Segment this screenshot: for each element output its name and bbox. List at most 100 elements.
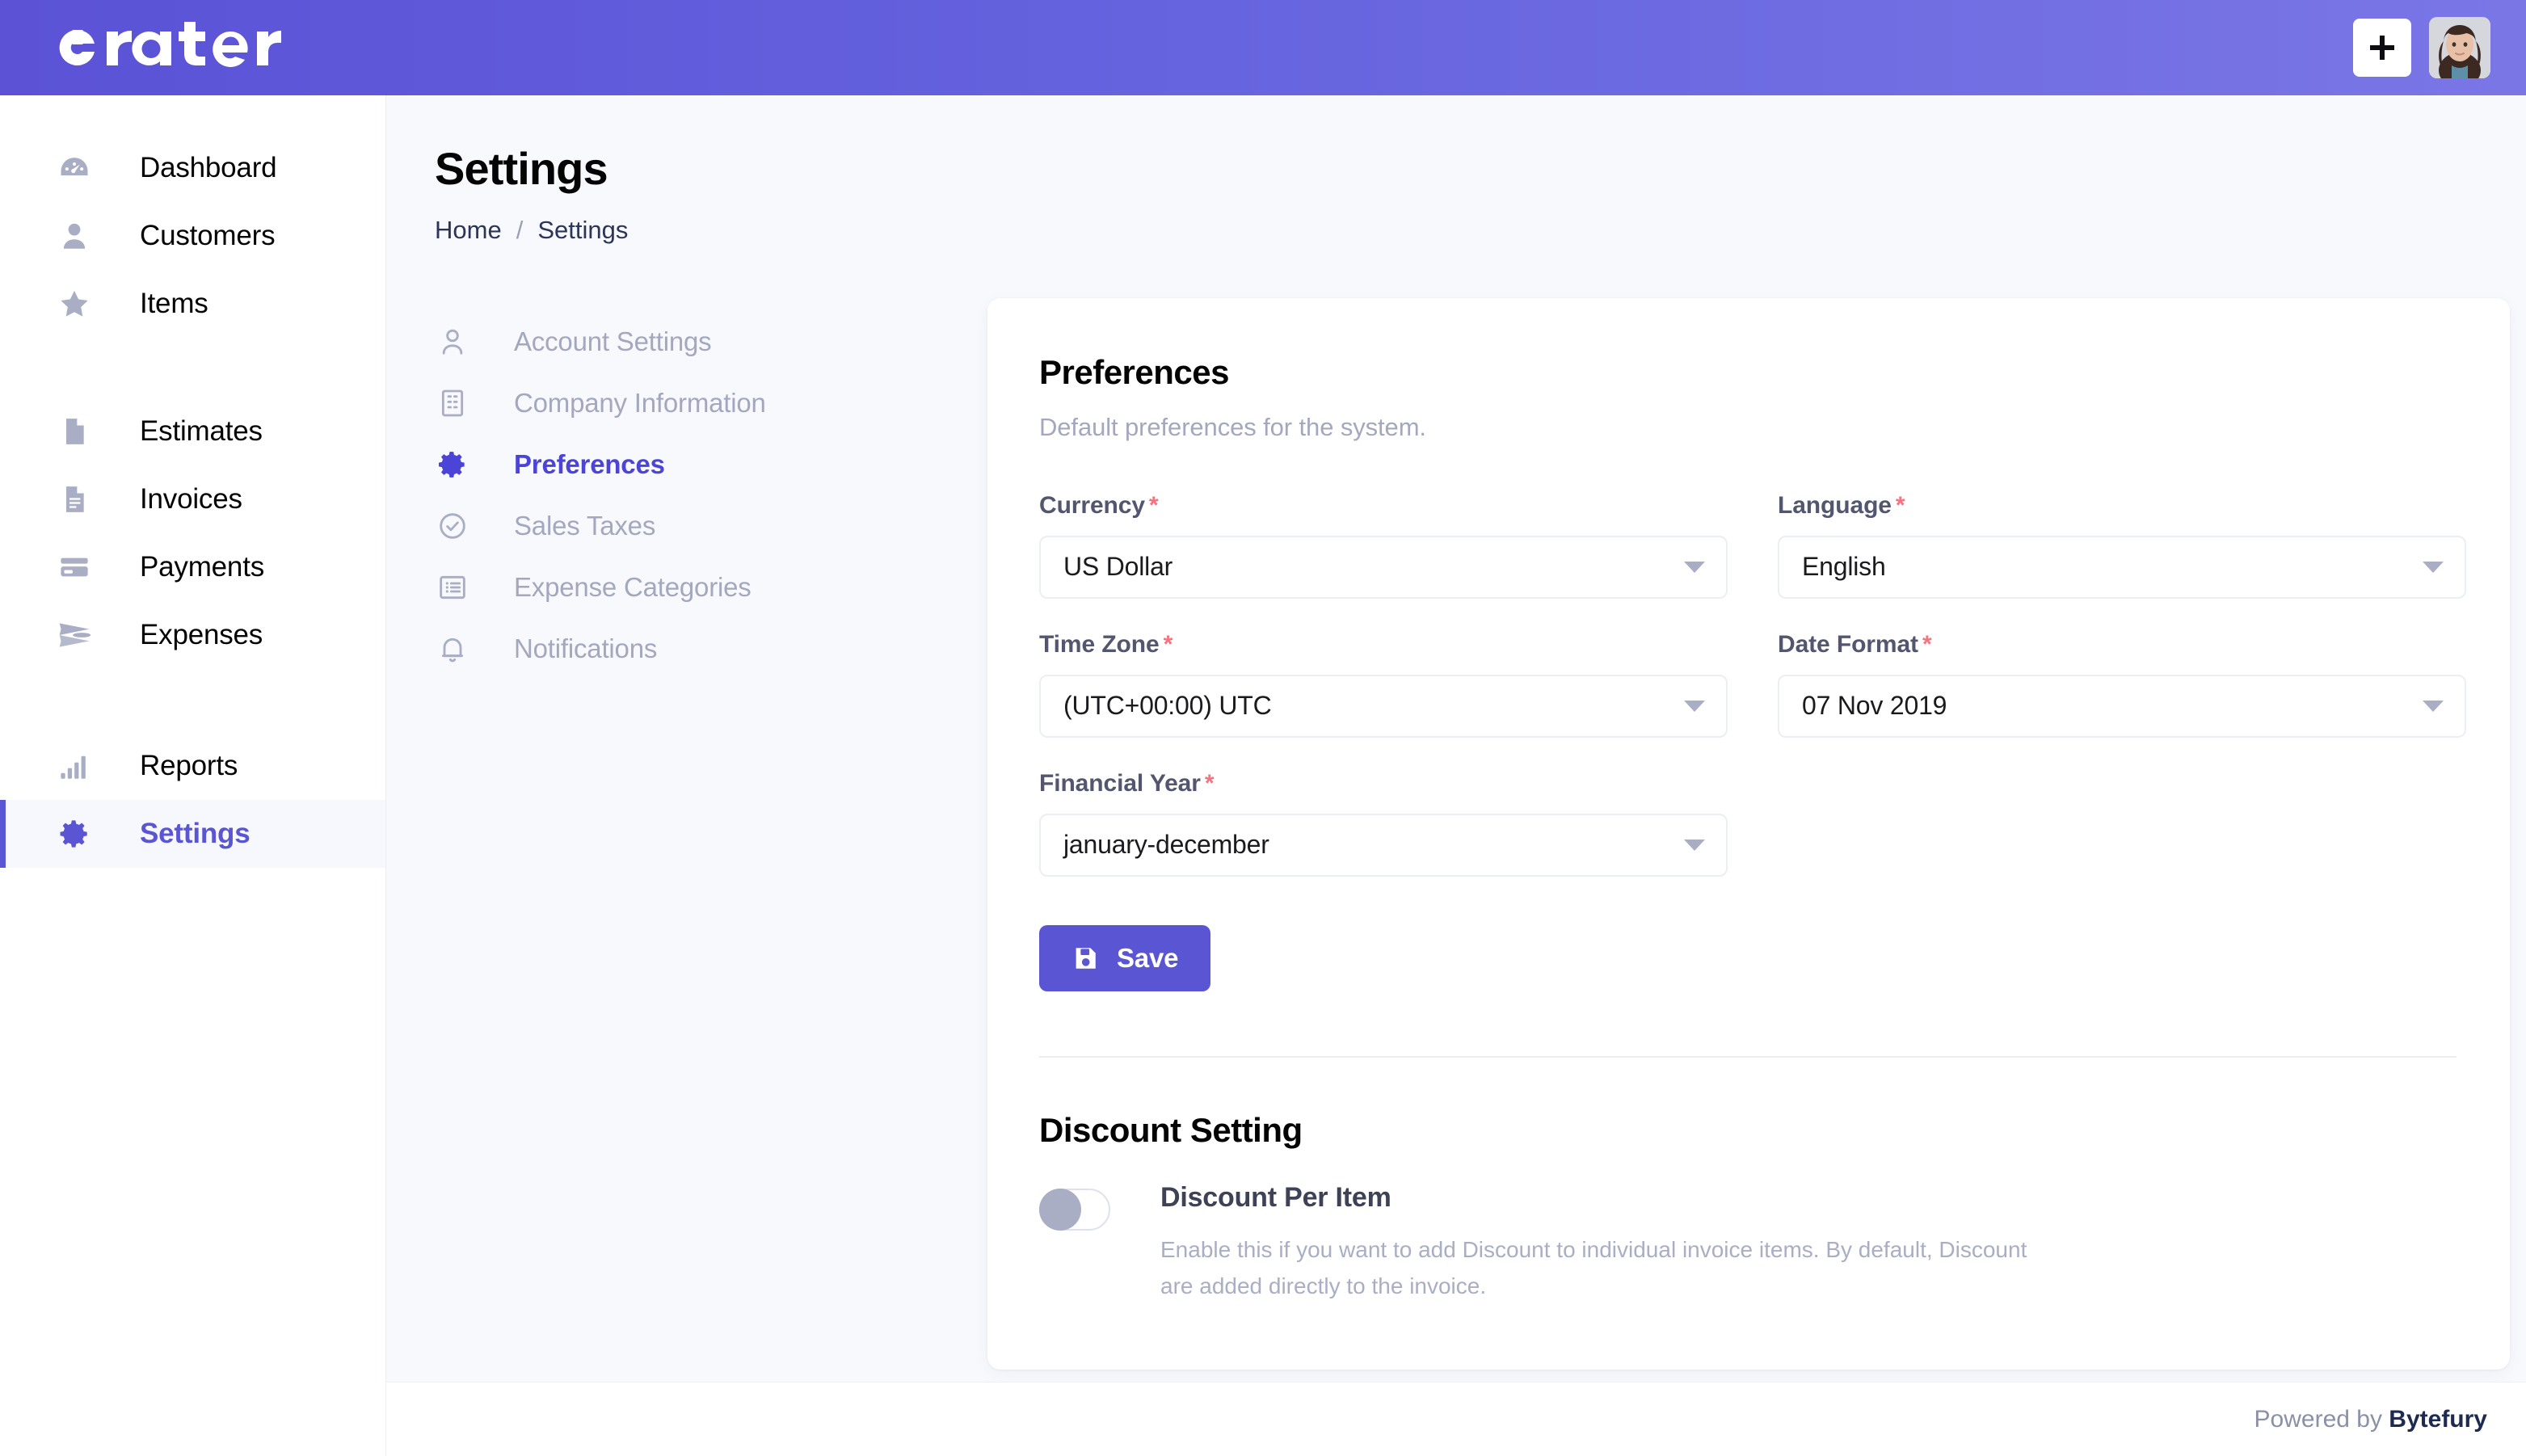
- financial-year-value: january-december: [1063, 830, 1269, 860]
- sidebar-item-estimates[interactable]: Estimates: [0, 398, 385, 465]
- currency-field: Currency * US Dollar: [1039, 492, 1728, 599]
- sidebar-item-label: Reports: [140, 750, 238, 781]
- page-footer: Powered by Bytefury: [386, 1382, 2526, 1456]
- currency-select[interactable]: US Dollar: [1039, 535, 1728, 599]
- settings-menu-item-company-information[interactable]: Company Information: [435, 372, 960, 434]
- settings-menu-item-label: Account Settings: [514, 326, 712, 356]
- settings-menu-item-label: Company Information: [514, 387, 766, 418]
- save-button-label: Save: [1117, 942, 1179, 973]
- settings-layout: Account Settings Company Information Pre…: [386, 245, 2526, 1370]
- top-header-bar: [0, 0, 2526, 95]
- credit-card-icon: [56, 549, 93, 586]
- preferences-form: Currency* US Dollar Language* English: [1039, 492, 2466, 877]
- chevron-down-icon: [1684, 839, 1705, 851]
- sidebar-item-dashboard[interactable]: Dashboard: [0, 134, 385, 202]
- settings-menu-item-sales-taxes[interactable]: Sales Taxes: [435, 495, 960, 557]
- financial-year-label: Financial Year *: [1039, 770, 1728, 797]
- language-label: Language *: [1778, 492, 2466, 520]
- invoice-icon: [56, 481, 93, 518]
- sidebar-item-expenses[interactable]: Expenses: [0, 601, 385, 669]
- app-logo[interactable]: [50, 19, 317, 77]
- save-disk-icon: [1071, 945, 1099, 972]
- plus-icon: [2370, 36, 2394, 60]
- building-icon: [435, 385, 470, 421]
- financial-year-field: Financial Year * january-december: [1039, 770, 1728, 877]
- document-icon: [56, 413, 93, 450]
- star-icon: [56, 285, 93, 322]
- topbar-actions: [2353, 17, 2490, 78]
- required-asterisk: *: [1163, 630, 1173, 658]
- currency-value: US Dollar: [1063, 552, 1173, 582]
- sidebar-item-label: Estimates: [140, 415, 263, 447]
- time-zone-field: Time Zone * (UTC+00:00) UTC: [1039, 631, 1728, 738]
- language-select[interactable]: English: [1778, 535, 2466, 599]
- discount-per-item-description: Enable this if you want to add Discount …: [1160, 1236, 2027, 1299]
- date-format-label-text: Date Format: [1778, 630, 1918, 658]
- discount-per-item-toggle[interactable]: [1039, 1188, 1110, 1231]
- save-button[interactable]: Save: [1039, 924, 1211, 991]
- settings-submenu: Account Settings Company Information Pre…: [435, 298, 960, 1370]
- time-zone-select[interactable]: (UTC+00:00) UTC: [1039, 674, 1728, 738]
- settings-menu-item-expense-categories[interactable]: Expense Categories: [435, 557, 960, 618]
- language-label-text: Language: [1778, 491, 1892, 519]
- preferences-subtitle: Default preferences for the system.: [1039, 412, 1426, 441]
- main-content: Settings Home / Settings Account Setting…: [386, 95, 2526, 1456]
- sidebar-item-label: Items: [140, 288, 208, 319]
- sidebar-item-payments[interactable]: Payments: [0, 533, 385, 601]
- paper-plane-icon: [56, 616, 93, 654]
- powered-by-brand[interactable]: Bytefury: [2389, 1406, 2487, 1433]
- settings-menu-item-preferences[interactable]: Preferences: [435, 434, 960, 495]
- time-zone-label: Time Zone *: [1039, 631, 1728, 659]
- settings-menu-item-notifications[interactable]: Notifications: [435, 618, 960, 680]
- check-circle-icon: [435, 508, 470, 544]
- breadcrumb-home[interactable]: Home: [435, 216, 502, 245]
- preferences-card: Preferences Default preferences for the …: [987, 297, 2510, 1370]
- sidebar-item-label: Payments: [140, 551, 265, 583]
- bell-icon: [435, 631, 470, 667]
- discount-setting-title: Discount Setting: [1039, 1110, 1303, 1149]
- sidebar-item-reports[interactable]: Reports: [0, 732, 385, 800]
- date-format-field: Date Format * 07 Nov 2019: [1778, 631, 2466, 738]
- chevron-down-icon: [1684, 561, 1705, 573]
- required-asterisk: *: [1922, 630, 1932, 658]
- main-sidebar: Dashboard Customers Items Estimates Invo…: [0, 95, 386, 1456]
- language-value: English: [1802, 552, 1886, 582]
- settings-menu-item-label: Notifications: [514, 633, 658, 663]
- sidebar-item-settings[interactable]: Settings: [0, 800, 385, 868]
- person-outline-icon: [435, 324, 470, 360]
- settings-menu-item-label: Expense Categories: [514, 571, 751, 602]
- sidebar-item-customers[interactable]: Customers: [0, 202, 385, 270]
- add-new-button[interactable]: [2353, 19, 2411, 77]
- date-format-select[interactable]: 07 Nov 2019: [1778, 674, 2466, 738]
- financial-year-label-text: Financial Year: [1039, 769, 1201, 797]
- avatar[interactable]: [2429, 17, 2490, 78]
- powered-by-prefix: Powered by: [2254, 1405, 2389, 1433]
- financial-year-select[interactable]: january-december: [1039, 813, 1728, 877]
- date-format-value: 07 Nov 2019: [1802, 691, 1947, 721]
- section-divider: [1039, 1055, 2457, 1058]
- preferences-title: Preferences: [1039, 352, 1230, 391]
- sidebar-item-invoices[interactable]: Invoices: [0, 465, 385, 533]
- sidebar-item-label: Dashboard: [140, 152, 277, 183]
- sidebar-divider-gap-1: [0, 338, 385, 398]
- chevron-down-icon: [1684, 700, 1705, 712]
- date-format-label: Date Format *: [1778, 631, 2466, 659]
- chevron-down-icon: [2423, 561, 2444, 573]
- chevron-down-icon: [2423, 700, 2444, 712]
- required-asterisk: *: [1895, 491, 1905, 519]
- breadcrumb-current[interactable]: Settings: [537, 216, 628, 245]
- sidebar-item-label: Expenses: [140, 619, 263, 650]
- powered-by-text: Powered by Bytefury: [2254, 1406, 2487, 1433]
- required-asterisk: *: [1148, 491, 1159, 519]
- settings-menu-item-account-settings[interactable]: Account Settings: [435, 311, 960, 372]
- discount-per-item-text: Discount Per Item Enable this if you wan…: [1160, 1182, 2049, 1305]
- time-zone-value: (UTC+00:00) UTC: [1063, 691, 1272, 721]
- required-asterisk: *: [1204, 769, 1215, 797]
- page-title: Settings: [435, 143, 608, 194]
- bar-chart-icon: [56, 747, 93, 785]
- user-icon: [56, 217, 93, 255]
- sidebar-item-items[interactable]: Items: [0, 270, 385, 338]
- page-header: Settings Home / Settings: [386, 95, 2526, 245]
- discount-per-item-label: Discount Per Item: [1160, 1181, 1391, 1213]
- currency-label: Currency *: [1039, 492, 1728, 520]
